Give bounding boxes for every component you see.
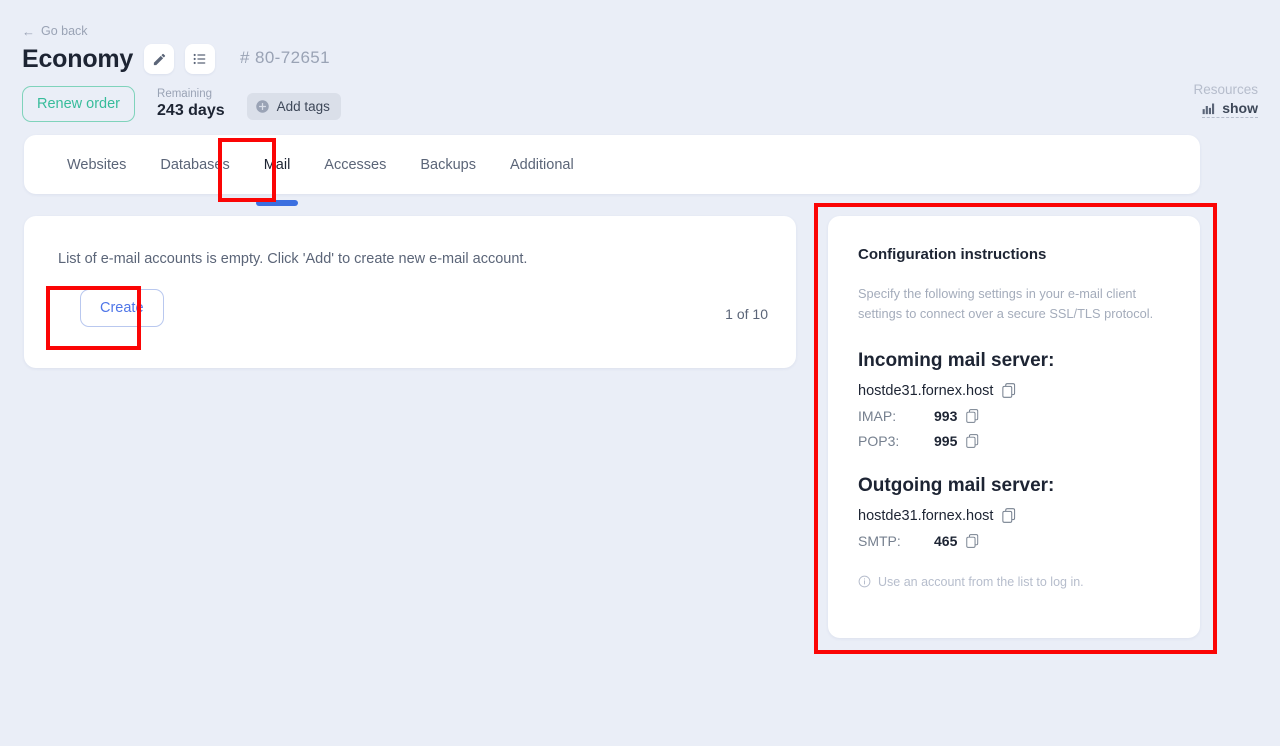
tab-websites[interactable]: Websites xyxy=(50,135,143,194)
incoming-server-host: hostde31.fornex.host xyxy=(858,382,994,399)
config-title: Configuration instructions xyxy=(858,246,1047,263)
remaining-block: Remaining 243 days xyxy=(157,87,225,121)
app-page: ← Go back Economy # 80-72651 Renew order… xyxy=(0,0,1280,746)
resources-show-link[interactable]: show xyxy=(1202,100,1258,118)
imap-port-row: IMAP: 993 xyxy=(858,408,1170,424)
remaining-value: 243 days xyxy=(157,102,225,120)
copy-icon[interactable] xyxy=(966,408,979,423)
mail-accounts-card: List of e-mail accounts is empty. Click … xyxy=(24,216,796,368)
tab-label: Accesses xyxy=(324,156,387,173)
incoming-server-heading: Incoming mail server: xyxy=(858,349,1055,371)
active-tab-indicator xyxy=(256,200,298,206)
arrow-left-icon: ← xyxy=(22,23,35,39)
resources-label: Resources xyxy=(1193,82,1258,97)
add-tags-label: Add tags xyxy=(276,98,330,114)
tab-label: Websites xyxy=(67,156,127,173)
tab-additional[interactable]: Additional xyxy=(493,135,591,194)
tab-label: Mail xyxy=(263,156,291,173)
tab-label: Additional xyxy=(509,156,574,173)
config-description: Specify the following settings in your e… xyxy=(858,286,1154,321)
resources-block: Resources show xyxy=(1193,82,1258,120)
add-tags-button[interactable]: Add tags xyxy=(246,92,341,120)
incoming-server-host-row: hostde31.fornex.host xyxy=(858,383,1170,399)
tab-label: Databases xyxy=(160,156,230,173)
pop3-label: POP3: xyxy=(858,432,900,449)
login-note: Use an account from the list to log in. xyxy=(858,575,1170,589)
go-back-link[interactable]: ← Go back xyxy=(22,24,88,38)
pop3-port-row: POP3: 995 xyxy=(858,433,1170,449)
info-icon xyxy=(858,575,871,588)
smtp-label: SMTP: xyxy=(858,532,901,549)
tab-bar: Websites Databases Mail Accesses Backups… xyxy=(24,135,1200,206)
header-actions: Renew order Remaining 243 days Add tags xyxy=(22,86,341,122)
plus-circle-icon xyxy=(255,99,269,113)
outgoing-server-host-row: hostde31.fornex.host xyxy=(858,508,1170,524)
outgoing-server-heading: Outgoing mail server: xyxy=(858,474,1055,496)
renew-order-button[interactable]: Renew order xyxy=(22,86,136,122)
pencil-icon xyxy=(153,53,165,65)
tab-label: Backups xyxy=(420,156,476,173)
order-id: # 80-72651 xyxy=(240,48,331,67)
edit-button[interactable] xyxy=(144,44,175,74)
smtp-port-row: SMTP: 465 xyxy=(858,533,1170,549)
page-title: Economy xyxy=(22,44,134,73)
copy-icon[interactable] xyxy=(1002,508,1016,523)
go-back-label: Go back xyxy=(41,24,88,38)
title-row: Economy xyxy=(22,44,216,74)
tab-databases[interactable]: Databases xyxy=(143,135,246,194)
remaining-label: Remaining xyxy=(157,87,212,100)
imap-value: 993 xyxy=(934,407,958,424)
imap-label: IMAP: xyxy=(858,407,897,424)
chart-icon xyxy=(1202,103,1215,114)
tabs-card: Websites Databases Mail Accesses Backups… xyxy=(24,135,1200,206)
tab-accesses[interactable]: Accesses xyxy=(307,135,403,194)
empty-state-message: List of e-mail accounts is empty. Click … xyxy=(58,251,528,267)
tab-mail[interactable]: Mail xyxy=(247,135,308,206)
smtp-value: 465 xyxy=(934,532,958,549)
copy-icon[interactable] xyxy=(1002,383,1016,398)
copy-icon[interactable] xyxy=(966,533,979,548)
configuration-panel: Configuration instructions Specify the f… xyxy=(828,216,1200,638)
list-button[interactable] xyxy=(185,44,216,74)
list-icon xyxy=(193,53,206,65)
pagination-counter: 1 of 10 xyxy=(725,306,768,322)
copy-icon[interactable] xyxy=(966,433,979,448)
tab-backups[interactable]: Backups xyxy=(403,135,493,194)
create-button[interactable]: Create xyxy=(80,289,164,327)
outgoing-server-host: hostde31.fornex.host xyxy=(858,507,994,524)
resources-show-label: show xyxy=(1222,100,1258,116)
pop3-value: 995 xyxy=(934,432,958,449)
login-note-label: Use an account from the list to log in. xyxy=(878,574,1084,589)
